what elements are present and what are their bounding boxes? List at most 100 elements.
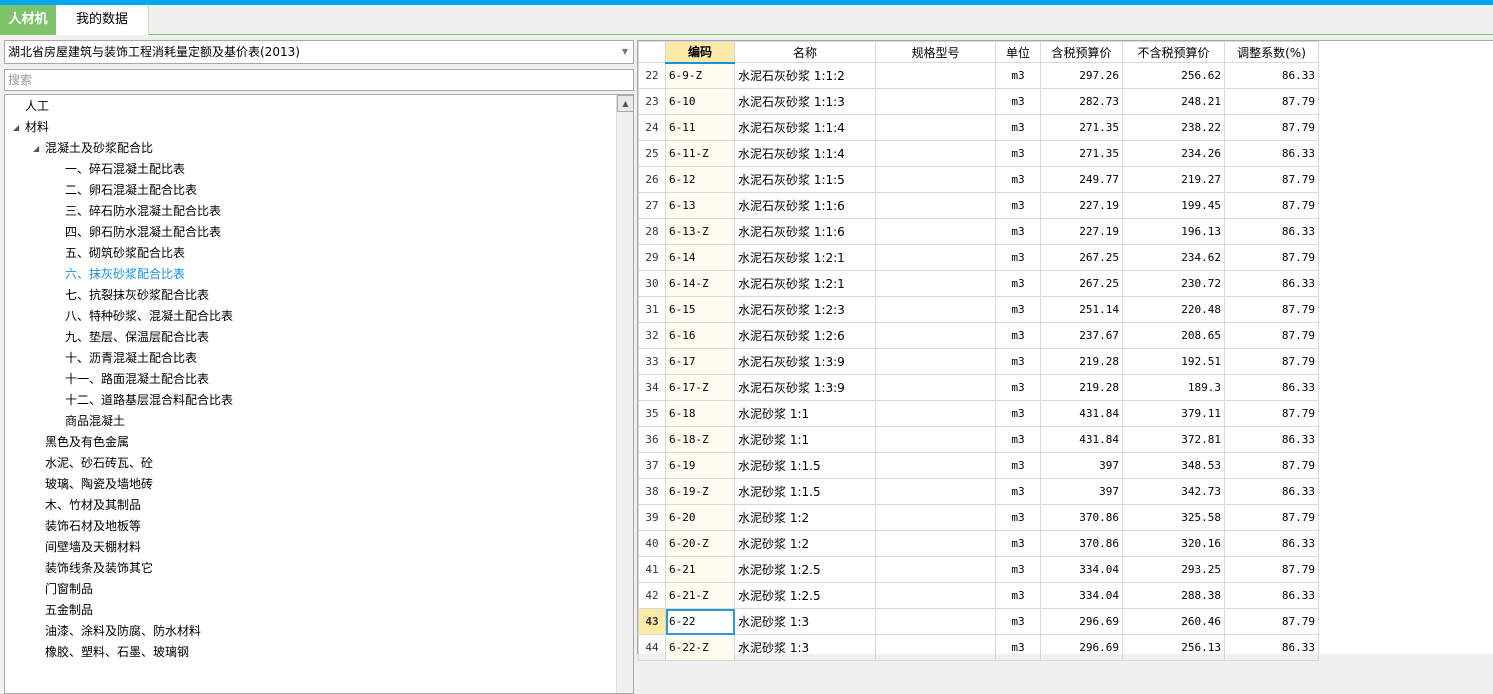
table-row[interactable]: 31 6-15 水泥石灰砂浆 1:2:3 m3 251.14 220.48 87.79 xyxy=(638,296,1319,323)
tree-node[interactable]: 四、卵石防水混凝土配合比表 xyxy=(65,222,221,243)
pretax-price-cell[interactable]: 230.72 xyxy=(1122,270,1225,297)
unit-cell[interactable]: m3 xyxy=(995,62,1041,89)
tree-node[interactable]: 黑色及有色金属 xyxy=(45,432,129,453)
library-select[interactable]: 湖北省房屋建筑与装饰工程消耗量定额及基价表(2013) ▼ xyxy=(4,40,634,64)
unit-cell[interactable]: m3 xyxy=(995,400,1041,427)
tax-price-cell[interactable]: 431.84 xyxy=(1040,400,1123,427)
unit-cell[interactable]: m3 xyxy=(995,634,1041,661)
tree-node[interactable]: 橡胶、塑料、石墨、玻璃钢 xyxy=(45,642,189,663)
tax-price-cell[interactable]: 282.73 xyxy=(1040,88,1123,115)
tree-node[interactable]: 五金制品 xyxy=(45,600,93,621)
tax-price-cell[interactable]: 271.35 xyxy=(1040,140,1123,167)
code-cell[interactable]: 6-18 xyxy=(665,400,735,427)
row-number[interactable]: 29 xyxy=(638,244,666,271)
spec-cell[interactable] xyxy=(875,322,996,349)
table-row[interactable]: 39 6-20 水泥砂浆 1:2 m3 370.86 325.58 87.79 xyxy=(638,504,1319,531)
name-cell[interactable]: 水泥石灰砂浆 1:1:4 xyxy=(734,140,876,167)
code-cell[interactable]: 6-19-Z xyxy=(665,478,735,505)
spec-cell[interactable] xyxy=(875,634,996,661)
pretax-price-cell[interactable]: 260.46 xyxy=(1122,608,1225,635)
table-row[interactable]: 35 6-18 水泥砂浆 1:1 m3 431.84 379.11 87.79 xyxy=(638,400,1319,427)
tax-price-cell[interactable]: 431.84 xyxy=(1040,426,1123,453)
coefficient-header[interactable]: 调整系数(%) xyxy=(1224,41,1319,63)
unit-cell[interactable]: m3 xyxy=(995,244,1041,271)
name-cell[interactable]: 水泥石灰砂浆 1:3:9 xyxy=(734,348,876,375)
code-cell[interactable]: 6-20-Z xyxy=(665,530,735,557)
row-number-header[interactable] xyxy=(638,41,666,63)
spec-cell[interactable] xyxy=(875,114,996,141)
code-cell[interactable]: 6-16 xyxy=(665,322,735,349)
name-cell[interactable]: 水泥砂浆 1:3 xyxy=(734,608,876,635)
code-cell[interactable]: 6-19 xyxy=(665,452,735,479)
table-row[interactable]: 34 6-17-Z 水泥石灰砂浆 1:3:9 m3 219.28 189.3 86.33 xyxy=(638,374,1319,401)
pretax-price-cell[interactable]: 208.65 xyxy=(1122,322,1225,349)
tree-node[interactable]: 八、特种砂浆、混凝土配合比表 xyxy=(65,306,233,327)
row-number[interactable]: 38 xyxy=(638,478,666,505)
tax-price-cell[interactable]: 267.25 xyxy=(1040,270,1123,297)
pretax-price-cell[interactable]: 220.48 xyxy=(1122,296,1225,323)
code-cell[interactable]: 6-11 xyxy=(665,114,735,141)
pretax-price-cell[interactable]: 348.53 xyxy=(1122,452,1225,479)
coefficient-cell[interactable]: 86.33 xyxy=(1224,374,1319,401)
coefficient-cell[interactable]: 86.33 xyxy=(1224,478,1319,505)
spec-cell[interactable] xyxy=(875,374,996,401)
pretax-price-cell[interactable]: 192.51 xyxy=(1122,348,1225,375)
unit-cell[interactable]: m3 xyxy=(995,270,1041,297)
spec-cell[interactable] xyxy=(875,192,996,219)
spec-cell[interactable] xyxy=(875,426,996,453)
tax-price-cell[interactable]: 370.86 xyxy=(1040,530,1123,557)
tax-price-cell[interactable]: 397 xyxy=(1040,478,1123,505)
coefficient-cell[interactable]: 86.33 xyxy=(1224,634,1319,661)
table-row[interactable]: 30 6-14-Z 水泥石灰砂浆 1:2:1 m3 267.25 230.72 86.33 xyxy=(638,270,1319,297)
name-cell[interactable]: 水泥石灰砂浆 1:1:3 xyxy=(734,88,876,115)
code-cell[interactable]: 6-13 xyxy=(665,192,735,219)
row-number[interactable]: 30 xyxy=(638,270,666,297)
tree-node[interactable]: 二、卵石混凝土配合比表 xyxy=(65,180,197,201)
tree-node[interactable]: 三、碎石防水混凝土配合比表 xyxy=(65,201,221,222)
tax-price-cell[interactable]: 271.35 xyxy=(1040,114,1123,141)
name-cell[interactable]: 水泥石灰砂浆 1:2:1 xyxy=(734,244,876,271)
row-number[interactable]: 41 xyxy=(638,556,666,583)
tree-node[interactable]: 五、砌筑砂浆配合比表 xyxy=(65,243,185,264)
coefficient-cell[interactable]: 87.79 xyxy=(1224,556,1319,583)
table-row[interactable]: 28 6-13-Z 水泥石灰砂浆 1:1:6 m3 227.19 196.13 86.33 xyxy=(638,218,1319,245)
spec-cell[interactable] xyxy=(875,452,996,479)
table-row[interactable]: 23 6-10 水泥石灰砂浆 1:1:3 m3 282.73 248.21 87.79 xyxy=(638,88,1319,115)
pretax-price-cell[interactable]: 238.22 xyxy=(1122,114,1225,141)
coefficient-cell[interactable]: 86.33 xyxy=(1224,270,1319,297)
unit-cell[interactable]: m3 xyxy=(995,166,1041,193)
coefficient-cell[interactable]: 87.79 xyxy=(1224,348,1319,375)
row-number[interactable]: 28 xyxy=(638,218,666,245)
unit-cell[interactable]: m3 xyxy=(995,374,1041,401)
coefficient-cell[interactable]: 87.79 xyxy=(1224,296,1319,323)
pretax-price-cell[interactable]: 288.38 xyxy=(1122,582,1225,609)
row-number[interactable]: 43 xyxy=(638,608,666,635)
table-row[interactable]: 43 6-22 水泥砂浆 1:3 m3 296.69 260.46 87.79 xyxy=(638,608,1319,635)
coefficient-cell[interactable]: 87.79 xyxy=(1224,244,1319,271)
name-cell[interactable]: 水泥石灰砂浆 1:3:9 xyxy=(734,374,876,401)
row-number[interactable]: 25 xyxy=(638,140,666,167)
tax-price-cell[interactable]: 297.26 xyxy=(1040,62,1123,89)
pretax-price-cell[interactable]: 189.3 xyxy=(1122,374,1225,401)
tree-node[interactable]: 油漆、涂料及防腐、防水材料 xyxy=(45,621,201,642)
table-row[interactable]: 32 6-16 水泥石灰砂浆 1:2:6 m3 237.67 208.65 87.79 xyxy=(638,322,1319,349)
unit-cell[interactable]: m3 xyxy=(995,582,1041,609)
tax-price-cell[interactable]: 397 xyxy=(1040,452,1123,479)
chevron-down-icon[interactable]: ▼ xyxy=(622,41,628,63)
tree-node[interactable]: 六、抹灰砂浆配合比表 xyxy=(65,264,185,285)
spec-cell[interactable] xyxy=(875,608,996,635)
table-row[interactable]: 41 6-21 水泥砂浆 1:2.5 m3 334.04 293.25 87.79 xyxy=(638,556,1319,583)
code-cell[interactable]: 6-10 xyxy=(665,88,735,115)
unit-cell[interactable]: m3 xyxy=(995,192,1041,219)
spec-cell[interactable] xyxy=(875,582,996,609)
unit-cell[interactable]: m3 xyxy=(995,88,1041,115)
coefficient-cell[interactable]: 87.79 xyxy=(1224,452,1319,479)
unit-cell[interactable]: m3 xyxy=(995,608,1041,635)
table-row[interactable]: 37 6-19 水泥砂浆 1:1.5 m3 397 348.53 87.79 xyxy=(638,452,1319,479)
name-cell[interactable]: 水泥砂浆 1:1 xyxy=(734,400,876,427)
pretax-price-cell[interactable]: 219.27 xyxy=(1122,166,1225,193)
row-number[interactable]: 40 xyxy=(638,530,666,557)
spec-cell[interactable] xyxy=(875,88,996,115)
name-cell[interactable]: 水泥石灰砂浆 1:1:2 xyxy=(734,62,876,89)
coefficient-cell[interactable]: 87.79 xyxy=(1224,114,1319,141)
